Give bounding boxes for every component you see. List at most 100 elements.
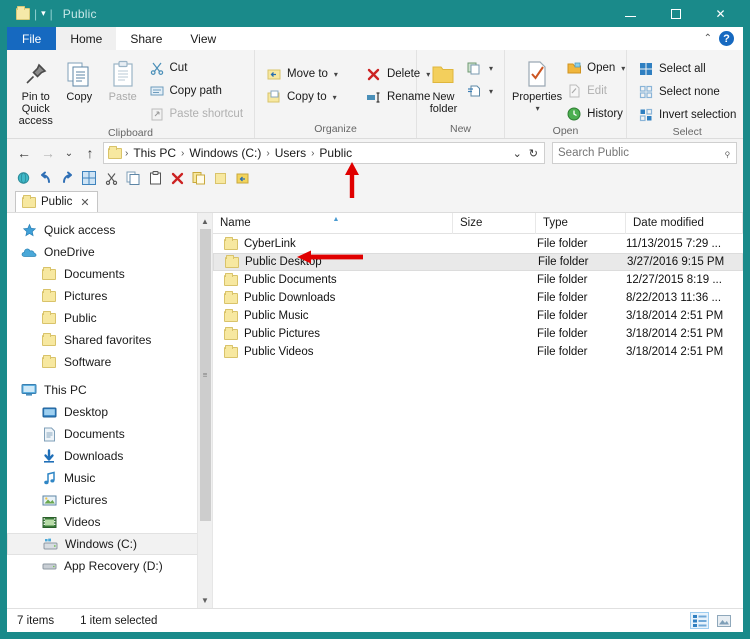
search-box[interactable]: ⌕ (552, 142, 737, 164)
back-button[interactable]: ← (13, 142, 35, 164)
details-view-button[interactable] (690, 612, 709, 629)
copy-path-button[interactable]: Copy path (145, 80, 248, 102)
new-folder-button[interactable]: New folder (424, 53, 463, 115)
paste-shortcut-button[interactable]: Paste shortcut (145, 103, 248, 125)
table-row[interactable]: Public Music File folder 3/18/2014 2:51 … (213, 307, 743, 325)
help-icon[interactable]: ? (719, 31, 734, 46)
new-folder-icon (430, 57, 456, 91)
breadcrumb-public[interactable]: Public (317, 146, 354, 160)
sidebar-item-onedrive-public[interactable]: Public (7, 307, 197, 329)
cut-button[interactable]: Cut (145, 57, 248, 79)
copy-button[interactable]: Copy (58, 53, 102, 103)
forward-button[interactable]: → (37, 142, 59, 164)
breadcrumb-users[interactable]: Users (273, 146, 308, 160)
column-header-name[interactable]: Name ▲ (213, 212, 453, 234)
close-icon[interactable]: ✕ (80, 196, 89, 209)
nav-pane-scrollbar[interactable]: ▲ ≡ ▼ (197, 213, 213, 608)
duplicate-icon[interactable] (191, 170, 207, 186)
copy-icon[interactable] (125, 170, 141, 186)
column-header-date-modified[interactable]: Date modified (626, 212, 743, 234)
sidebar-item-onedrive-pictures[interactable]: Pictures (7, 285, 197, 307)
chevron-down-icon[interactable]: ▾ (489, 87, 493, 96)
breadcrumb-separator[interactable]: › (311, 148, 314, 159)
chevron-down-icon[interactable]: ▾ (489, 64, 493, 73)
address-bar[interactable]: › This PC › Windows (C:) › Users › Publi… (103, 142, 545, 164)
chevron-down-icon[interactable]: ▾ (621, 64, 625, 73)
recent-locations-button[interactable]: ⌄ (61, 142, 77, 164)
tab-share[interactable]: Share (116, 27, 176, 50)
new-folder-icon[interactable] (213, 170, 229, 186)
table-row[interactable]: Public Documents File folder 12/27/2015 … (213, 271, 743, 289)
close-button[interactable]: ✕ (698, 0, 743, 27)
sidebar-item-windows-c[interactable]: Windows (C:) (7, 533, 197, 555)
tab-file[interactable]: File (7, 27, 57, 50)
folder-icon (41, 332, 57, 348)
sidebar-item-music[interactable]: Music (7, 467, 197, 489)
breadcrumb-separator[interactable]: › (266, 148, 269, 159)
breadcrumb-separator[interactable]: › (181, 148, 184, 159)
tab-home[interactable]: Home (56, 27, 117, 50)
chevron-down-icon[interactable]: ▾ (333, 93, 337, 102)
select-all-button[interactable]: Select all (634, 58, 740, 80)
table-row[interactable]: Public Videos File folder 3/18/2014 2:51… (213, 343, 743, 361)
redo-icon[interactable] (59, 170, 75, 186)
sidebar-item-documents[interactable]: Documents (7, 423, 197, 445)
scroll-down-arrow-icon[interactable]: ▼ (197, 592, 213, 608)
breadcrumb-this-pc[interactable]: This PC (131, 146, 178, 160)
move-to-button[interactable]: Move to ▾ (262, 63, 342, 85)
easy-access-button[interactable]: ▾ (463, 80, 497, 102)
chevron-down-icon[interactable]: ▾ (41, 9, 46, 18)
table-row[interactable]: Public Pictures File folder 3/18/2014 2:… (213, 325, 743, 343)
undo-icon[interactable] (37, 170, 53, 186)
address-dropdown-icon[interactable]: ⌄ (513, 147, 522, 160)
paste-icon[interactable] (147, 170, 163, 186)
search-input[interactable] (558, 147, 725, 159)
table-row[interactable]: CyberLink File folder 11/13/2015 7:29 ..… (213, 235, 743, 253)
sidebar-item-onedrive-documents[interactable]: Documents (7, 263, 197, 285)
open-button[interactable]: Open ▾ (562, 57, 629, 79)
file-name-label: Public Downloads (244, 292, 336, 304)
sidebar-item-shared-favorites[interactable]: Shared favorites (7, 329, 197, 351)
history-button[interactable]: History (562, 103, 629, 125)
properties-button[interactable]: Properties ▾ (512, 53, 562, 115)
chevron-down-icon[interactable]: ▾ (536, 103, 540, 115)
new-item-button[interactable]: ▾ (463, 57, 497, 79)
paste-button[interactable]: Paste (101, 53, 145, 103)
table-row[interactable]: Public Downloads File folder 8/22/2013 1… (213, 289, 743, 307)
sidebar-item-app-recovery-d[interactable]: App Recovery (D:) (7, 555, 197, 577)
sidebar-item-videos[interactable]: Videos (7, 511, 197, 533)
select-none-button[interactable]: Select none (634, 81, 740, 103)
sidebar-item-onedrive[interactable]: OneDrive (7, 241, 197, 263)
globe-icon[interactable] (15, 170, 31, 186)
table-row[interactable]: Public Desktop File folder 3/27/2016 9:1… (213, 253, 743, 271)
up-button[interactable]: ↑ (79, 142, 101, 164)
pin-to-quick-access-button[interactable]: Pin to Quick access (14, 53, 58, 127)
large-icons-view-button[interactable] (714, 612, 733, 629)
new-folder-label-1: New (432, 91, 455, 103)
breadcrumb-windows-c[interactable]: Windows (C:) (187, 146, 263, 160)
copy-to-button[interactable]: Copy to ▾ (262, 86, 342, 108)
sidebar-item-quick-access[interactable]: Quick access (7, 219, 197, 241)
tab-view[interactable]: View (176, 27, 230, 50)
delete-x-icon[interactable] (169, 170, 185, 186)
sidebar-item-software[interactable]: Software (7, 351, 197, 373)
chevron-up-icon[interactable]: ⌃ (704, 33, 712, 44)
edit-button[interactable]: Edit (562, 80, 629, 102)
scroll-up-arrow-icon[interactable]: ▲ (197, 213, 213, 229)
sidebar-item-pictures[interactable]: Pictures (7, 489, 197, 511)
move-back-icon[interactable] (235, 170, 251, 186)
grid-icon[interactable] (81, 170, 97, 186)
sidebar-item-desktop[interactable]: Desktop (7, 401, 197, 423)
maximize-button[interactable] (653, 0, 698, 27)
minimize-button[interactable] (608, 0, 653, 27)
chevron-down-icon[interactable]: ▾ (334, 70, 338, 79)
refresh-icon[interactable]: ↻ (529, 147, 538, 160)
column-header-size[interactable]: Size (453, 212, 536, 234)
explorer-tab-public[interactable]: Public ✕ (15, 191, 98, 212)
cut-icon[interactable] (103, 170, 119, 186)
sidebar-item-downloads[interactable]: Downloads (7, 445, 197, 467)
invert-selection-button[interactable]: Invert selection (634, 104, 740, 126)
scrollbar-thumb[interactable]: ≡ (199, 229, 211, 521)
column-header-type[interactable]: Type (536, 212, 626, 234)
sidebar-item-this-pc[interactable]: This PC (7, 379, 197, 401)
